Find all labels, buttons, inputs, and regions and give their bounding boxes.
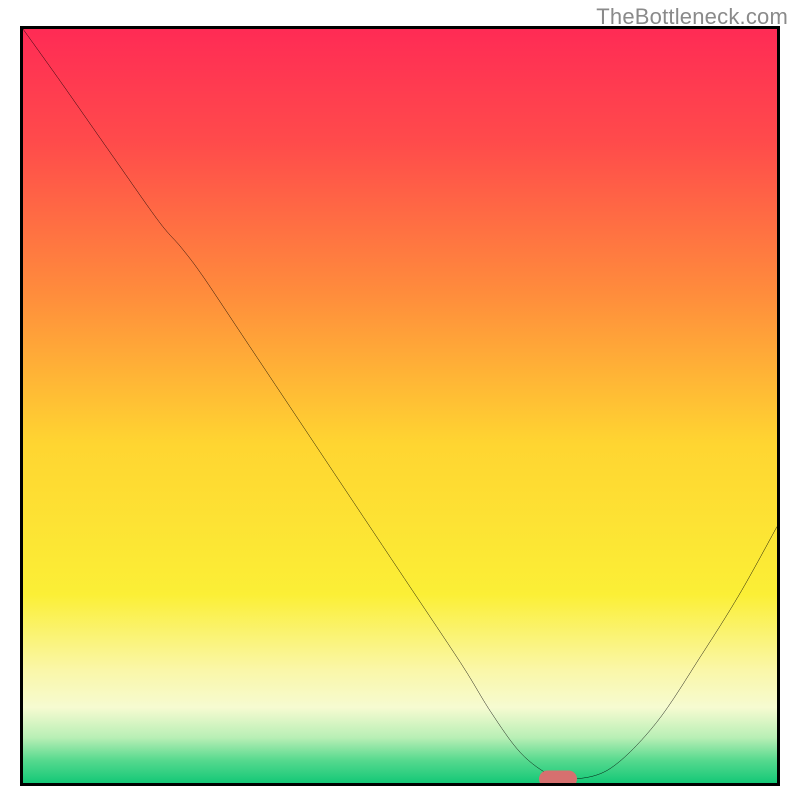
plot-frame bbox=[20, 26, 780, 786]
optimal-marker bbox=[539, 771, 577, 786]
chart-container: TheBottleneck.com bbox=[0, 0, 800, 800]
bottleneck-curve bbox=[23, 29, 777, 783]
plot-area bbox=[23, 29, 777, 783]
watermark-text: TheBottleneck.com bbox=[596, 4, 788, 30]
